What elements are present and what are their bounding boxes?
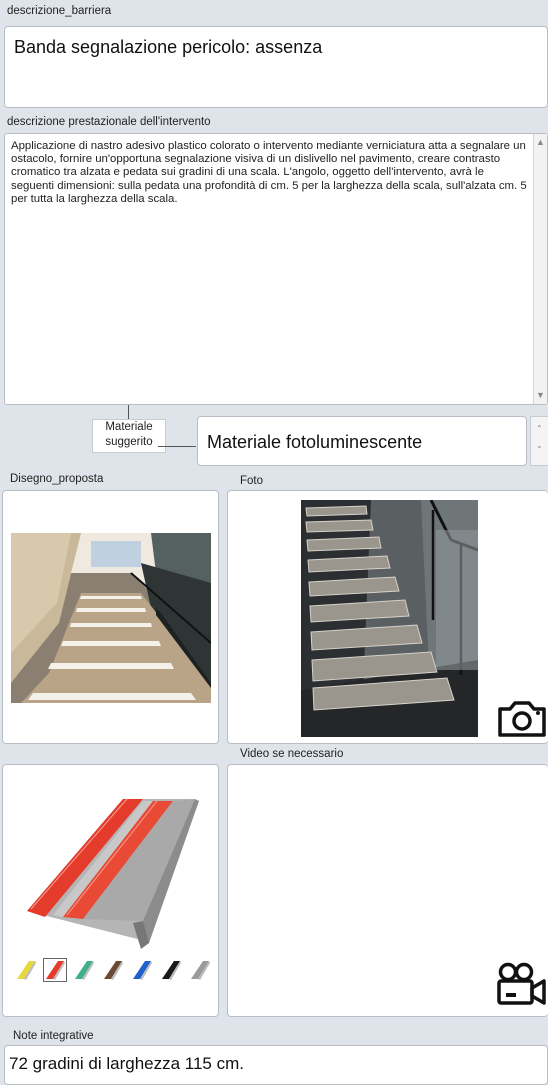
video-camera-icon[interactable] <box>496 961 548 1014</box>
note-integrative-field[interactable]: 72 gradini di larghezza 115 cm. <box>4 1045 548 1085</box>
color-swatch-2[interactable] <box>73 959 95 981</box>
descrizione-barriera-field[interactable]: Banda segnalazione pericolo: assenza <box>4 26 548 108</box>
disegno-container[interactable] <box>2 490 219 744</box>
color-swatch-0[interactable] <box>15 959 37 981</box>
foto-stair-photo <box>301 500 478 737</box>
color-swatch-5[interactable] <box>160 959 182 981</box>
descrizione-barriera-value: Banda segnalazione pericolo: assenza <box>14 37 323 57</box>
descrizione-prestazionale-label: descrizione prestazionale dell'intervent… <box>7 116 211 128</box>
dropdown-up-icon: ⌃ <box>536 424 543 433</box>
disegno-stair-photo <box>11 533 211 703</box>
color-swatch-6[interactable] <box>189 959 211 981</box>
scroll-up-icon[interactable]: ▲ <box>534 136 547 149</box>
camera-icon[interactable] <box>496 697 548 744</box>
materiale-label-line2: suggerito <box>105 435 153 448</box>
textarea-scrollbar[interactable]: ▲ ▼ <box>533 134 547 404</box>
disegno-label: Disegno_proposta <box>10 473 104 485</box>
descrizione-prestazionale-text: Applicazione di nastro adesivo plastico … <box>11 140 527 205</box>
foto-container[interactable] <box>227 490 548 744</box>
materiale-label: Materiale suggerito <box>92 419 166 453</box>
descrizione-prestazionale-textarea[interactable]: Applicazione di nastro adesivo plastico … <box>4 133 548 405</box>
color-swatch-4[interactable] <box>131 959 153 981</box>
materiale-label-line1: Materiale <box>105 421 153 433</box>
materiale-field[interactable]: Materiale fotoluminescente <box>197 416 527 466</box>
foto-label: Foto <box>240 475 264 487</box>
video-label: Video se necessario <box>240 748 344 760</box>
materiale-connector-h <box>158 446 196 447</box>
profile-drawing-container[interactable] <box>2 764 219 1017</box>
note-integrative-label: Note integrative <box>13 1030 94 1042</box>
scroll-down-icon[interactable]: ▼ <box>534 389 547 402</box>
descrizione-barriera-label: descrizione_barriera <box>7 5 112 17</box>
materiale-connector <box>128 405 129 419</box>
video-container[interactable] <box>227 764 548 1017</box>
color-swatch-3[interactable] <box>102 959 124 981</box>
color-swatch-1[interactable] <box>43 958 67 982</box>
note-integrative-value: 72 gradini di larghezza 115 cm. <box>9 1054 244 1073</box>
stair-nosing-profile-image <box>23 791 201 956</box>
materiale-value: Materiale fotoluminescente <box>207 432 423 452</box>
dropdown-down-icon: ⌄ <box>536 441 543 450</box>
materiale-dropdown[interactable]: ⌃ ⌄ <box>530 416 548 466</box>
